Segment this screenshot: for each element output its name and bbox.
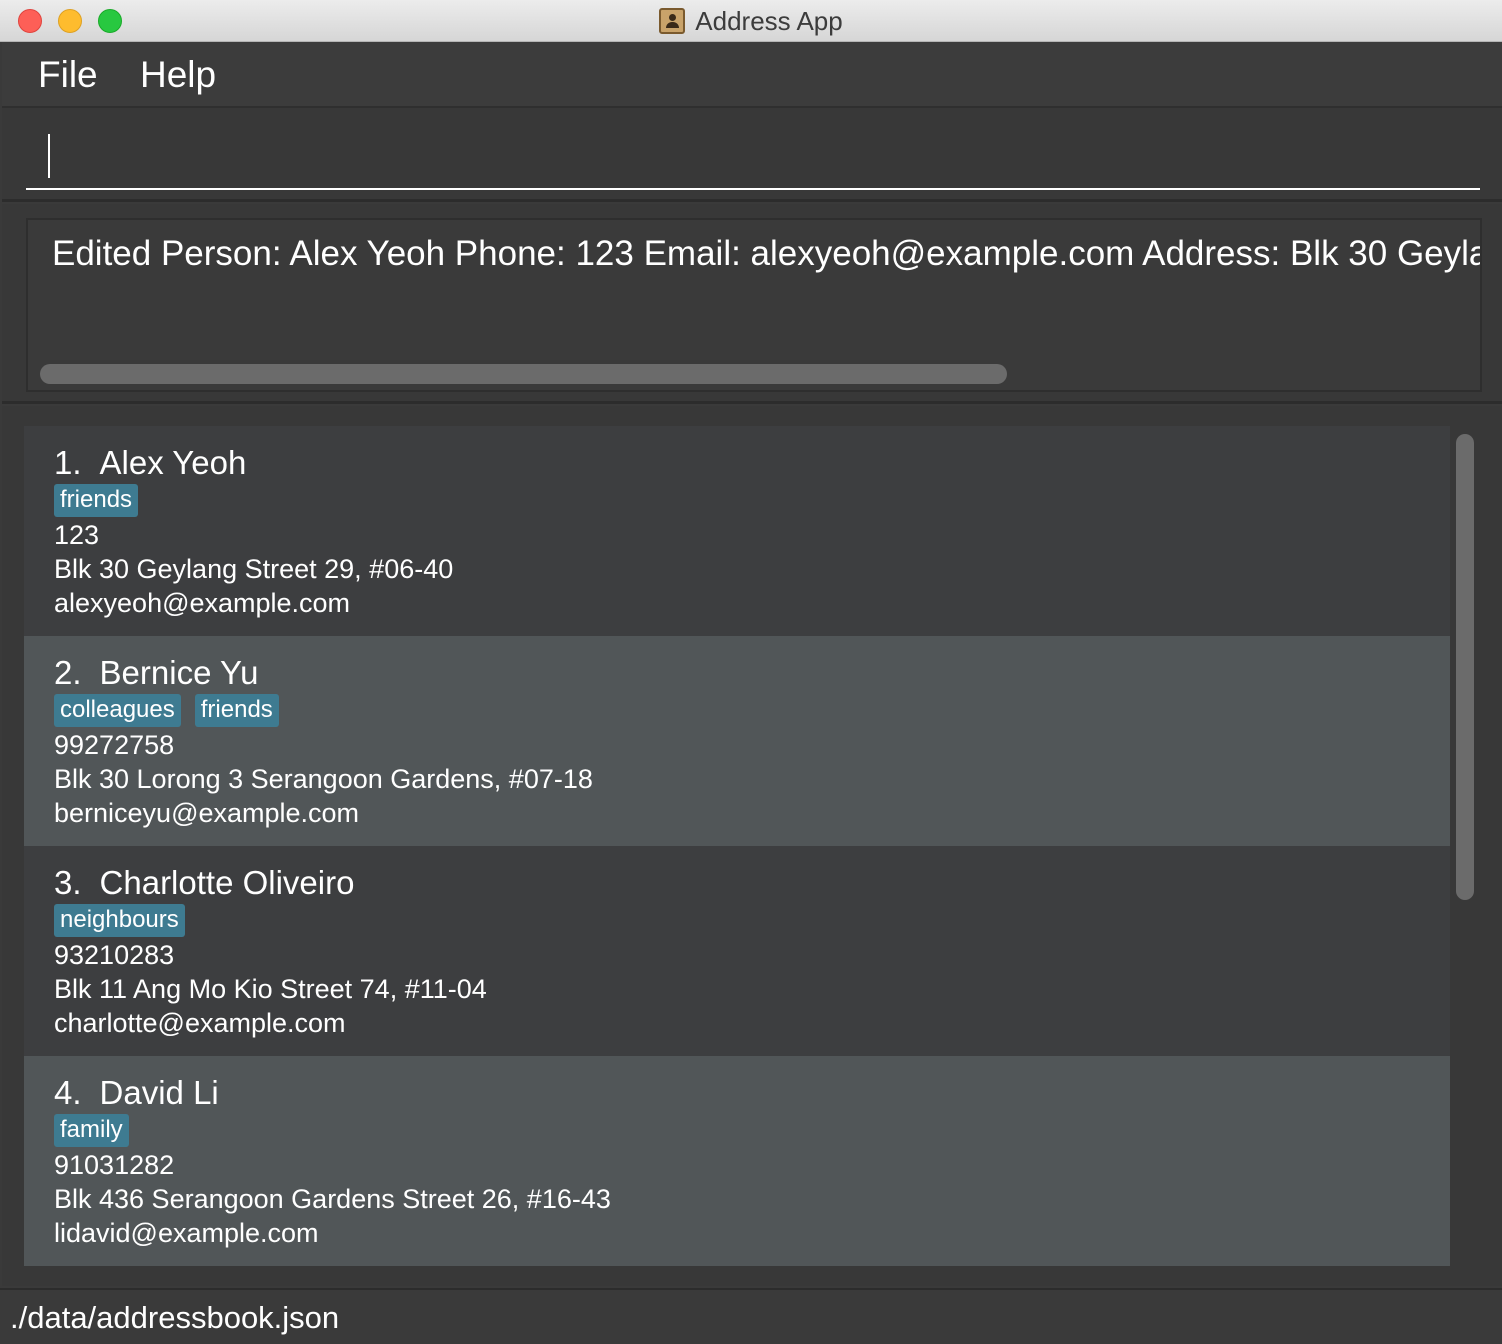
- result-message: Edited Person: Alex Yeoh Phone: 123 Emai…: [52, 234, 1480, 273]
- person-index: 2.: [54, 654, 82, 691]
- result-display-area: Edited Person: Alex Yeoh Phone: 123 Emai…: [2, 204, 1502, 404]
- window-title-group: Address App: [0, 0, 1502, 42]
- person-index: 4.: [54, 1074, 82, 1111]
- person-email: alexyeoh@example.com: [54, 588, 351, 618]
- person-phone: 93210283: [54, 940, 175, 970]
- command-box-area: [2, 108, 1502, 202]
- person-tags: friends: [54, 484, 139, 517]
- menu-help[interactable]: Help: [140, 54, 216, 96]
- list-vertical-scrollbar[interactable]: [1456, 434, 1474, 900]
- status-bar: ./data/addressbook.json: [0, 1288, 1502, 1344]
- person-email: charlotte@example.com: [54, 1008, 346, 1038]
- person-index: 1.: [54, 444, 82, 481]
- text-caret: [48, 134, 50, 178]
- person-card[interactable]: 1. Alex Yeoh friends 123 Blk 30 Geylang S…: [24, 426, 1450, 636]
- person-address: Blk 30 Lorong 3 Serangoon Gardens, #07-1…: [54, 764, 593, 794]
- person-index: 3.: [54, 864, 82, 901]
- person-name: Charlotte Oliveiro: [99, 864, 355, 901]
- tag-badge: friends: [194, 694, 279, 727]
- window-title: Address App: [695, 5, 843, 36]
- window-titlebar: Address App: [0, 0, 1502, 42]
- result-horizontal-scrollbar[interactable]: [40, 364, 1007, 384]
- person-card[interactable]: 4. David Li family 91031282 Blk 436 Seran…: [24, 1056, 1450, 1266]
- tag-badge: friends: [54, 484, 139, 517]
- person-name-line: 1. Alex Yeoh: [54, 444, 246, 482]
- person-tags: colleagues friends: [54, 694, 279, 727]
- person-name: Alex Yeoh: [99, 444, 247, 481]
- command-input[interactable]: [26, 122, 1480, 190]
- person-email: lidavid@example.com: [54, 1218, 319, 1248]
- tag-badge: colleagues: [54, 694, 181, 727]
- tag-badge: neighbours: [54, 904, 185, 937]
- address-book-icon: [659, 8, 686, 34]
- person-name-line: 4. David Li: [54, 1074, 219, 1112]
- person-tags: family: [54, 1114, 129, 1147]
- menu-bar: File Help: [2, 42, 1502, 108]
- person-name-line: 3. Charlotte Oliveiro: [54, 864, 354, 902]
- person-card[interactable]: 2. Bernice Yu colleagues friends 99272758…: [24, 636, 1450, 846]
- person-name: Bernice Yu: [99, 654, 259, 691]
- menu-file[interactable]: File: [38, 54, 98, 96]
- save-location-path: ./data/addressbook.json: [10, 1300, 340, 1335]
- person-name: David Li: [99, 1074, 219, 1111]
- person-address: Blk 11 Ang Mo Kio Street 74, #11-04: [54, 974, 487, 1004]
- tag-badge: family: [54, 1114, 129, 1147]
- person-tags: neighbours: [54, 904, 185, 937]
- person-name-line: 2. Bernice Yu: [54, 654, 259, 692]
- person-address: Blk 30 Geylang Street 29, #06-40: [54, 554, 454, 584]
- person-list: 1. Alex Yeoh friends 123 Blk 30 Geylang S…: [2, 406, 1502, 1286]
- person-card[interactable]: 3. Charlotte Oliveiro neighbours 93210283…: [24, 846, 1450, 1056]
- result-display: Edited Person: Alex Yeoh Phone: 123 Emai…: [26, 218, 1482, 392]
- person-email: berniceyu@example.com: [54, 798, 360, 828]
- person-address: Blk 436 Serangoon Gardens Street 26, #16…: [54, 1184, 611, 1214]
- person-phone: 91031282: [54, 1150, 175, 1180]
- person-phone: 123: [54, 520, 100, 550]
- person-phone: 99272758: [54, 730, 175, 760]
